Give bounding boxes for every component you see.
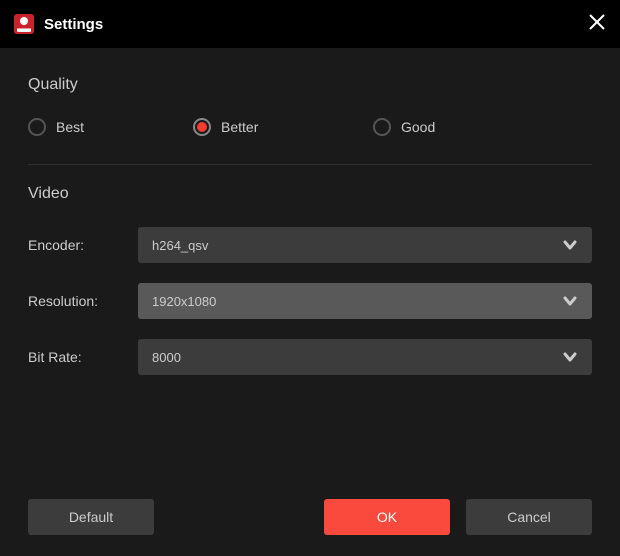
quality-option-better[interactable]: Better bbox=[193, 118, 373, 136]
header-left: Settings bbox=[14, 14, 103, 34]
encoder-label: Encoder: bbox=[28, 237, 138, 253]
ok-button[interactable]: OK bbox=[324, 499, 450, 535]
radio-label-good: Good bbox=[401, 119, 435, 135]
radio-icon bbox=[28, 118, 46, 136]
app-icon bbox=[14, 14, 34, 34]
encoder-row: Encoder: h264_qsv bbox=[28, 227, 592, 263]
radio-label-better: Better bbox=[221, 119, 258, 135]
video-section-title: Video bbox=[28, 185, 592, 203]
bitrate-value: 8000 bbox=[152, 350, 181, 365]
bitrate-dropdown[interactable]: 8000 bbox=[138, 339, 592, 375]
chevron-down-icon bbox=[562, 293, 578, 309]
window-title: Settings bbox=[44, 16, 103, 33]
footer-right: OK Cancel bbox=[324, 499, 592, 535]
cancel-button[interactable]: Cancel bbox=[466, 499, 592, 535]
resolution-label: Resolution: bbox=[28, 293, 138, 309]
radio-icon bbox=[193, 118, 211, 136]
quality-option-good[interactable]: Good bbox=[373, 118, 435, 136]
bitrate-label: Bit Rate: bbox=[28, 349, 138, 365]
default-button[interactable]: Default bbox=[28, 499, 154, 535]
chevron-down-icon bbox=[562, 237, 578, 253]
resolution-dropdown[interactable]: 1920x1080 bbox=[138, 283, 592, 319]
resolution-row: Resolution: 1920x1080 bbox=[28, 283, 592, 319]
close-icon bbox=[588, 13, 606, 31]
window-header: Settings bbox=[0, 0, 620, 48]
resolution-value: 1920x1080 bbox=[152, 294, 216, 309]
close-button[interactable] bbox=[588, 13, 606, 36]
encoder-value: h264_qsv bbox=[152, 238, 208, 253]
section-divider bbox=[28, 164, 592, 165]
bitrate-row: Bit Rate: 8000 bbox=[28, 339, 592, 375]
quality-radio-group: Best Better Good bbox=[28, 118, 592, 136]
radio-label-best: Best bbox=[56, 119, 84, 135]
encoder-dropdown[interactable]: h264_qsv bbox=[138, 227, 592, 263]
radio-icon bbox=[373, 118, 391, 136]
footer: Default OK Cancel bbox=[0, 478, 620, 556]
quality-option-best[interactable]: Best bbox=[28, 118, 193, 136]
chevron-down-icon bbox=[562, 349, 578, 365]
content-area: Quality Best Better Good Video Encoder: … bbox=[0, 48, 620, 478]
quality-section-title: Quality bbox=[28, 76, 592, 94]
